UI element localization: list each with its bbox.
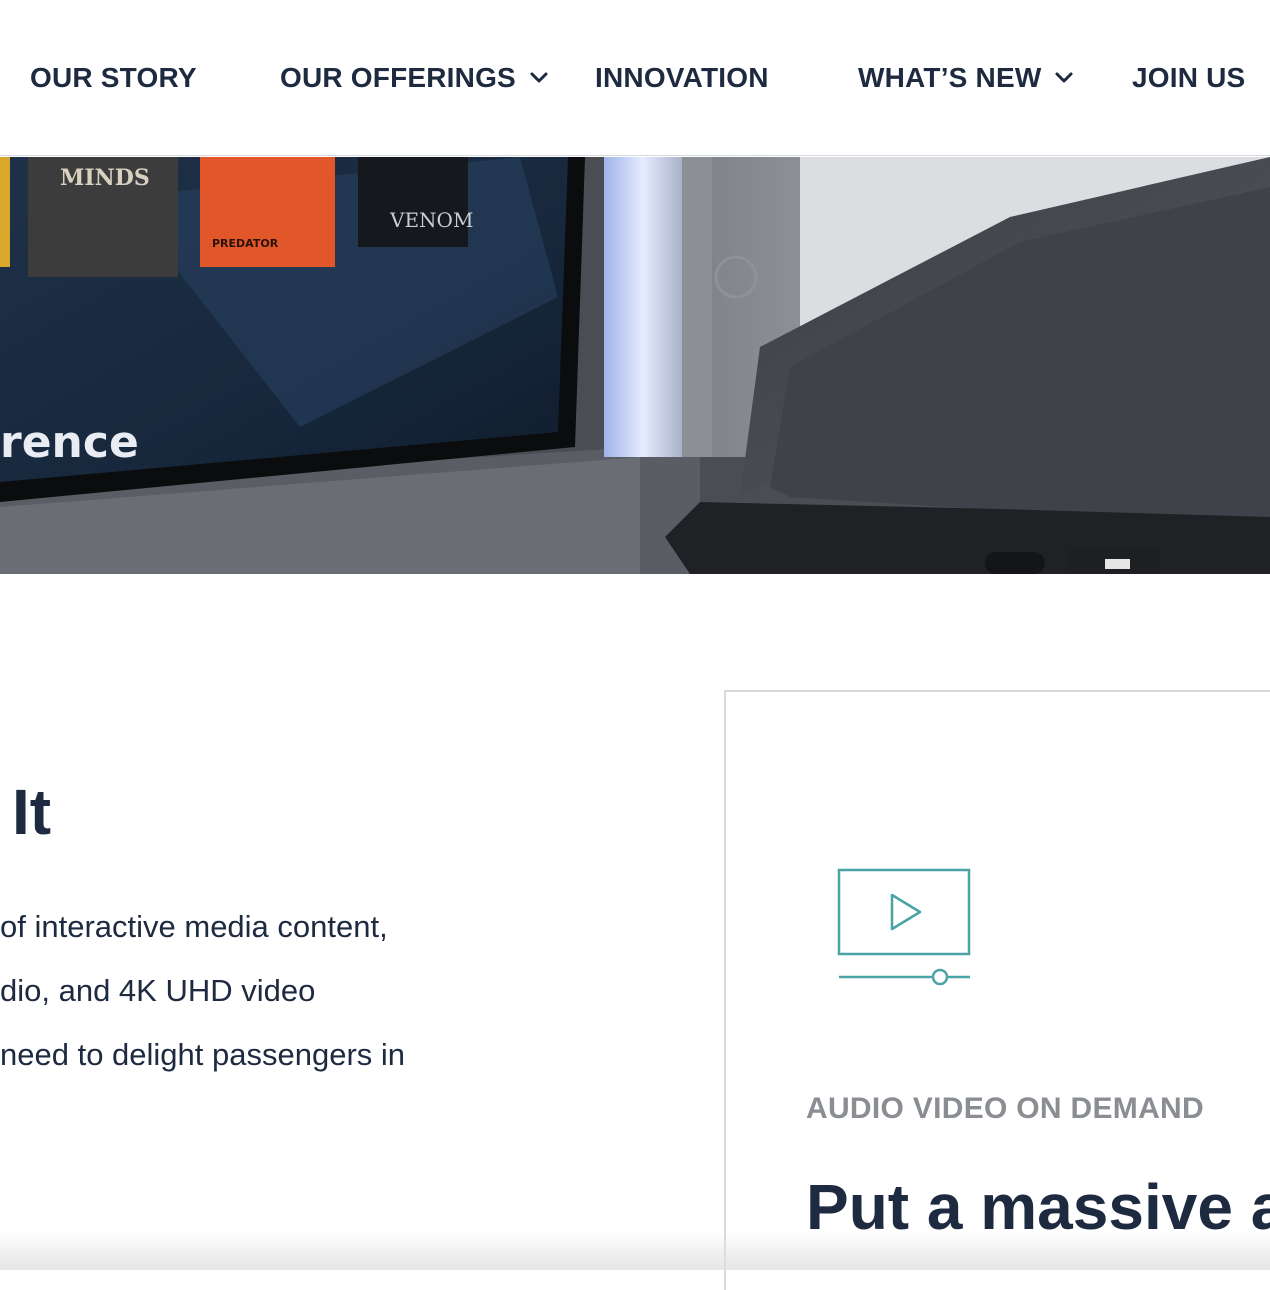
section-paragraph: of interactive media content, dio, and 4…: [0, 895, 470, 1087]
card-title: Put a massive a: [806, 1171, 1270, 1243]
nav-label: OUR OFFERINGS: [280, 62, 516, 93]
nav-label: OUR STORY: [30, 62, 197, 93]
nav-label: INNOVATION: [595, 62, 769, 93]
nav-join-us[interactable]: JOIN US: [1132, 58, 1245, 98]
feature-card-avod[interactable]: AUDIO VIDEO ON DEMAND Put a massive a: [724, 690, 1270, 1290]
chevron-down-icon: [530, 72, 548, 83]
section-headline: It: [12, 776, 52, 848]
nav-our-story[interactable]: OUR STORY: [30, 58, 197, 98]
paragraph-line: of interactive media content,: [0, 909, 388, 944]
nav-innovation[interactable]: INNOVATION: [595, 58, 769, 98]
nav-whats-new[interactable]: WHAT’S NEW: [858, 58, 1075, 98]
aircraft-seat-screen-illustration: rence MINDS PREDATOR VENOM: [0, 157, 1270, 574]
nav-our-offerings[interactable]: OUR OFFERINGS: [280, 58, 550, 98]
poster-venom-title: VENOM: [389, 208, 473, 232]
top-navigation: OUR STORY OUR OFFERINGS INNOVATION WHAT’…: [0, 0, 1270, 156]
paragraph-line: dio, and 4K UHD video: [0, 973, 316, 1008]
hero-image: rence MINDS PREDATOR VENOM: [0, 157, 1270, 574]
play-video-icon: [837, 868, 971, 986]
chevron-down-icon: [1055, 72, 1073, 83]
poster-minds-title: MINDS: [60, 165, 150, 191]
poster-predator-title: PREDATOR: [212, 237, 279, 250]
paragraph-line: need to delight passengers in: [0, 1037, 406, 1072]
card-eyebrow: AUDIO VIDEO ON DEMAND: [806, 1092, 1204, 1125]
hero-screen-text: rence: [0, 417, 139, 468]
nav-label: WHAT’S NEW: [858, 62, 1042, 93]
nav-label: JOIN US: [1132, 62, 1246, 93]
